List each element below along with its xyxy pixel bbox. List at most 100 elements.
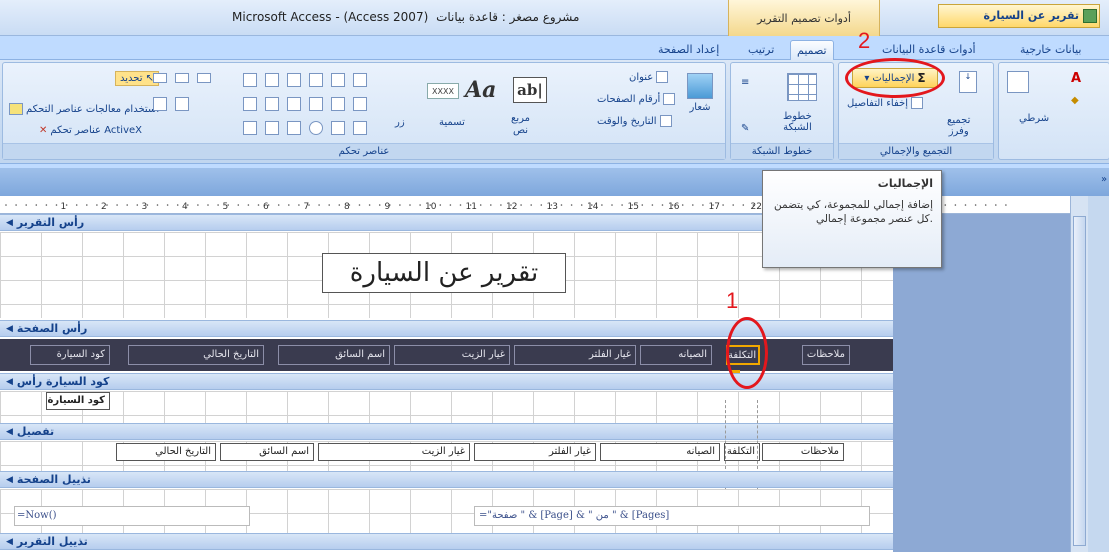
fill-color-icon[interactable]: ◆ <box>1071 95 1079 106</box>
line-icon[interactable] <box>287 73 301 87</box>
rectangle-icon[interactable] <box>287 97 301 111</box>
page-break-icon[interactable] <box>287 121 301 135</box>
detail-field-oil-change[interactable]: غيار الزيت <box>318 443 470 461</box>
detail-field-notes[interactable]: ملاحظات <box>762 443 844 461</box>
font-color-icon[interactable]: A <box>1071 71 1081 86</box>
checkbox-icon[interactable] <box>309 97 323 111</box>
property-sheet-icon[interactable] <box>153 97 167 111</box>
page-numbers-button[interactable]: أرقام الصفحات <box>597 93 676 105</box>
control-gallery-row2 <box>243 97 367 111</box>
use-control-wizards-button[interactable]: استخدام معالجات عناصر التحكم <box>9 103 159 115</box>
controls-group: استخدام معالجات عناصر التحكم تحديد ↖ ✕ ع… <box>2 62 726 160</box>
button-control[interactable]: زر <box>395 117 405 128</box>
title-button[interactable]: عنوان <box>629 71 669 83</box>
tooltip-body: إضافة إجمالي للمجموعة، كي يتضمن كل عنصر … <box>774 199 933 226</box>
section-report-footer[interactable]: ◀ تذييل التقرير <box>0 533 893 550</box>
font-aa-icon[interactable]: Aa <box>465 77 496 103</box>
group-header-grid[interactable] <box>0 391 893 423</box>
grid-icon <box>787 73 817 101</box>
section-detail[interactable]: ◀ تفصيل <box>0 423 893 440</box>
table-style-icon[interactable] <box>1007 71 1029 93</box>
image-icon[interactable] <box>265 97 279 111</box>
ruler-dot <box>1005 204 1007 206</box>
ruler-dot <box>681 204 684 206</box>
activex-button[interactable]: ✕ عناصر تحكم ActiveX <box>39 125 142 136</box>
conditional-formatting-button[interactable]: شرطي <box>1019 113 1049 124</box>
title-icon <box>656 71 669 83</box>
pen-icon[interactable]: ✎ <box>741 123 749 134</box>
ruler-dot <box>257 204 260 206</box>
detail-field-driver-name[interactable]: اسم السائق <box>220 443 314 461</box>
frame-icon[interactable] <box>331 97 345 111</box>
document-tab-car-report[interactable]: تقرير عن السيارة <box>938 4 1100 28</box>
unbound-object-icon[interactable] <box>265 121 279 135</box>
ruler-dot <box>671 204 674 206</box>
gridlines-button[interactable] <box>787 73 817 101</box>
report-title-label[interactable]: تقرير عن السيارة <box>322 253 566 293</box>
group-field-car-code[interactable]: كود السيارة <box>46 392 110 410</box>
detail-field-filter-change[interactable]: غيار الفلتر <box>474 443 596 461</box>
ruler-dot <box>429 204 432 206</box>
option-button-icon[interactable] <box>309 121 323 135</box>
line-diagonal-icon[interactable] <box>331 73 345 87</box>
ph-label-notes[interactable]: ملاحظات <box>802 345 850 365</box>
ph-label-current-date[interactable]: التاريخ الحالي <box>128 345 264 365</box>
footer-now-box[interactable]: =Now() <box>14 506 250 526</box>
ph-label-oil-change[interactable]: غيار الزيت <box>394 345 510 365</box>
ph-label-driver-name[interactable]: اسم السائق <box>278 345 390 365</box>
tab-external-data[interactable]: بيانات خارجية <box>1014 40 1087 60</box>
align-right-icon[interactable]: ≡ <box>741 77 749 88</box>
ruler-dot <box>166 204 169 206</box>
line-type-icon[interactable] <box>175 73 189 83</box>
tab-arrange[interactable]: ترتيب <box>742 40 780 60</box>
ruler-tick-label: 12 <box>506 202 517 212</box>
ruler-dot <box>75 204 78 206</box>
label-control[interactable]: تسمية <box>439 117 465 128</box>
toggle-icon[interactable] <box>309 73 323 87</box>
date-time-button[interactable]: التاريخ والوقت <box>597 115 672 127</box>
ruler-dot <box>530 204 532 206</box>
hide-details-button[interactable]: إخفاء التفاصيل <box>847 97 923 109</box>
ph-label-filter-change[interactable]: غيار الفلتر <box>514 345 636 365</box>
chart-icon[interactable] <box>265 73 279 87</box>
attachment-icon[interactable] <box>243 121 257 135</box>
ruler-dot <box>378 204 381 206</box>
detail-field-current-date[interactable]: التاريخ الحالي <box>116 443 216 461</box>
footer-now-expr: =Now() <box>17 510 57 521</box>
logo-button[interactable]: شعار <box>687 73 713 113</box>
tab-database-tools[interactable]: أدوات قاعدة البيانات <box>876 40 982 60</box>
textbox-icon[interactable]: ab| <box>513 77 547 103</box>
hyperlink-icon[interactable] <box>353 121 367 135</box>
gridlines-label[interactable]: خطوط الشبكة <box>783 111 812 133</box>
wand-icon <box>9 103 23 115</box>
font-group: شرطي A ◆ <box>998 62 1109 160</box>
group-sort-button[interactable]: تجميع وفرز <box>947 115 970 137</box>
ruler-dot <box>207 204 209 206</box>
tab-design[interactable]: تصميم <box>790 40 834 60</box>
scrollbar-thumb[interactable] <box>1073 216 1086 546</box>
footer-page-box[interactable]: ="صفحة " & [Page] & " من " & [Pages] <box>474 506 870 526</box>
sort-az-icon[interactable]: ↓ <box>959 71 977 93</box>
format-xxxx-icon[interactable]: XXXX <box>427 83 459 99</box>
vertical-scrollbar[interactable] <box>1070 196 1088 552</box>
combobox-icon[interactable] <box>243 97 257 111</box>
bound-object-icon[interactable] <box>331 121 345 135</box>
section-page-footer[interactable]: ◀ تذييل الصفحة <box>0 471 893 488</box>
line-color-icon[interactable] <box>197 73 211 83</box>
ruler-dot <box>954 204 957 206</box>
subform-icon[interactable] <box>243 73 257 87</box>
align-icon[interactable] <box>175 97 189 111</box>
textbox-control[interactable]: مربع نص <box>511 113 530 136</box>
ruler-dot <box>712 204 714 206</box>
section-report-header[interactable]: ◀ رأس التقرير <box>0 214 893 231</box>
list-icon[interactable] <box>353 73 367 87</box>
detail-field-maintenance[interactable]: الصيانه <box>600 443 720 461</box>
nav-pane-toggle-icon[interactable]: » <box>1099 168 1109 196</box>
line-thickness-icon[interactable] <box>153 73 167 83</box>
ph-label-car-code[interactable]: كود السيارة <box>30 345 110 365</box>
ruler-dot <box>318 204 320 206</box>
tab-page-setup[interactable]: إعداد الصفحة <box>652 40 725 60</box>
ruler-dot <box>732 204 734 206</box>
ph-label-maintenance[interactable]: الصيانه <box>640 345 712 365</box>
tab-control-icon[interactable] <box>353 97 367 111</box>
